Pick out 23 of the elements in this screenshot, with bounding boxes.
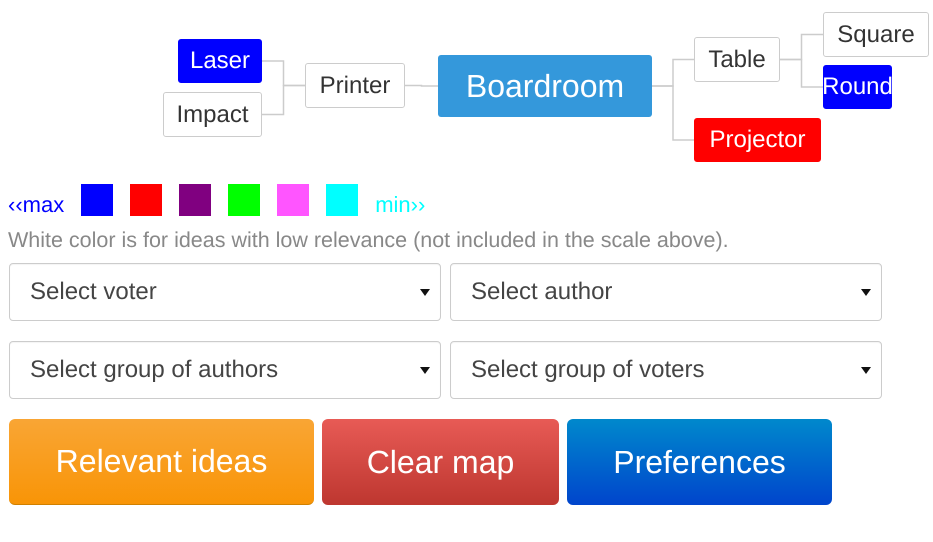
- idea-node[interactable]: Table: [694, 37, 780, 82]
- select-dropdown[interactable]: Select author: [450, 263, 882, 321]
- select-dropdown[interactable]: Select voter: [9, 263, 441, 321]
- legend-note: White color is for ideas with low relevance (not included in the scale above).: [8, 228, 730, 253]
- caret-icon: [420, 288, 430, 296]
- caret-icon: [861, 288, 871, 296]
- idea-node[interactable]: Printer: [305, 63, 405, 108]
- select-dropdown[interactable]: Select group of authors: [9, 341, 441, 399]
- idea-node[interactable]: Laser: [178, 39, 262, 83]
- idea-node[interactable]: Impact: [163, 92, 262, 137]
- select-dropdown[interactable]: Select group of voters: [450, 341, 882, 399]
- connector-line: [262, 84, 305, 116]
- idea-node[interactable]: Projector: [694, 118, 821, 162]
- clear-map-button[interactable]: Clear map: [322, 419, 559, 505]
- connector-line: [405, 84, 438, 87]
- preferences-button[interactable]: Preferences: [567, 419, 832, 505]
- caret-icon: [420, 366, 430, 374]
- caret-icon: [861, 366, 871, 374]
- idea-node[interactable]: Round: [823, 65, 892, 109]
- max-label: ‹‹max: [8, 194, 64, 216]
- idea-node[interactable]: Square: [823, 12, 929, 57]
- connector-line: [780, 58, 823, 88]
- min-label: min››: [375, 194, 426, 216]
